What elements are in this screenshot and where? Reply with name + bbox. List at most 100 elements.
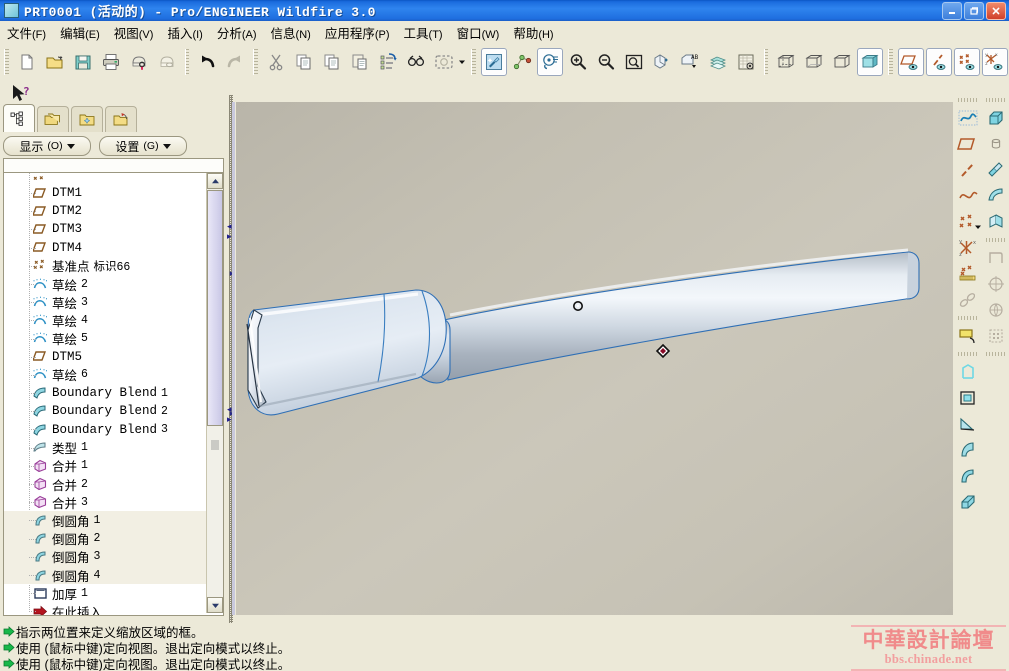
folder-favorites-tab[interactable]: [105, 106, 137, 132]
menu-edit[interactable]: 编辑(E): [53, 21, 107, 44]
regenerate-icon[interactable]: [375, 48, 401, 76]
tree-row[interactable]: 草绘 4: [4, 311, 206, 329]
spin-center-icon[interactable]: [536, 48, 563, 76]
wireframe-icon[interactable]: [773, 48, 799, 76]
tree-scroll-down-button[interactable]: [207, 597, 223, 613]
analysis-point-icon[interactable]: [955, 261, 981, 287]
toolbar-grip[interactable]: [4, 49, 9, 75]
round-tool-icon[interactable]: [955, 463, 981, 489]
print-icon[interactable]: [98, 48, 124, 76]
menu-view[interactable]: 视图(V): [107, 21, 161, 44]
show-menu-button[interactable]: 显示 (O): [3, 136, 91, 156]
rtb1-grip-3[interactable]: [958, 352, 978, 356]
toolbar-grip-3[interactable]: [253, 49, 258, 75]
tree-scrollbar[interactable]: [206, 173, 223, 613]
datum-plane-icon[interactable]: [955, 131, 981, 157]
menu-help[interactable]: 帮助(H): [506, 21, 560, 44]
rtb1-grip[interactable]: [958, 98, 978, 102]
draft-icon[interactable]: [983, 209, 1009, 235]
find-icon[interactable]: [403, 48, 429, 76]
menu-tools[interactable]: 工具(T): [397, 21, 450, 44]
copy-icon[interactable]: [291, 48, 317, 76]
toolbar-grip-6[interactable]: [888, 49, 893, 75]
datum-axis-display-icon[interactable]: [925, 48, 952, 76]
refit-icon[interactable]: [621, 48, 647, 76]
minimize-button[interactable]: [942, 2, 962, 20]
select-arrow-icon[interactable]: ?: [10, 84, 34, 104]
datum-plane-display-icon[interactable]: [897, 48, 924, 76]
hole-icon[interactable]: [983, 131, 1009, 157]
select-dropdown-caret-icon[interactable]: [458, 49, 467, 75]
mirror-icon[interactable]: [983, 323, 1009, 349]
tree-row[interactable]: 合并 3: [4, 493, 206, 511]
datum-csys-icon[interactable]: y x z: [955, 235, 981, 261]
paint-surface-icon[interactable]: [983, 157, 1009, 183]
undo-icon[interactable]: [194, 48, 220, 76]
tree-row[interactable]: 加厚 1: [4, 584, 206, 602]
tree-row[interactable]: DTM1: [4, 184, 206, 202]
tree-row[interactable]: 草绘 3: [4, 293, 206, 311]
model-tree[interactable]: DTM1 DTM2 DTM3 DTM4 基准点 标识66 草绘 2 草绘 3 草绘 4 草绘 5 DTM5 草…: [3, 172, 224, 616]
new-file-icon[interactable]: [14, 48, 40, 76]
rtb1-grip-2[interactable]: [958, 316, 978, 320]
graphics-window[interactable]: [236, 102, 953, 615]
tree-row[interactable]: Boundary Blend 3: [4, 420, 206, 438]
tree-scroll-up-button[interactable]: [207, 173, 223, 189]
tree-row[interactable]: 合并 2: [4, 475, 206, 493]
datum-point-display-icon[interactable]: [953, 48, 980, 76]
sketch-tool-icon[interactable]: [955, 323, 981, 349]
tree-row[interactable]: DTM4: [4, 239, 206, 257]
shell-icon[interactable]: [983, 183, 1009, 209]
tree-row-partial[interactable]: [4, 175, 206, 184]
tree-row[interactable]: 倒圆角 4: [4, 565, 206, 585]
close-button[interactable]: [986, 2, 1006, 20]
restore-button[interactable]: [964, 2, 984, 20]
mail-icon[interactable]: [154, 48, 180, 76]
view-manager-icon[interactable]: [649, 48, 675, 76]
extrude-icon[interactable]: [955, 359, 981, 385]
settings-menu-button[interactable]: 设置 (G): [99, 136, 187, 156]
no-hidden-icon[interactable]: [829, 48, 855, 76]
menu-file[interactable]: 文件(F): [0, 21, 53, 44]
paste-icon[interactable]: [347, 48, 373, 76]
tree-row[interactable]: Boundary Blend 2: [4, 402, 206, 420]
tree-row[interactable]: 类型 1: [4, 439, 206, 457]
open-folder-icon[interactable]: [42, 48, 68, 76]
tree-row[interactable]: 草绘 6: [4, 366, 206, 384]
pattern-icon[interactable]: [983, 271, 1009, 297]
menu-info[interactable]: 信息(N): [264, 21, 318, 44]
tree-row[interactable]: 在此插入: [4, 602, 206, 615]
annotation-icon[interactable]: AB: [677, 48, 703, 76]
menu-applications[interactable]: 应用程序(P): [318, 21, 397, 44]
tree-row[interactable]: DTM2: [4, 202, 206, 220]
copy-geom-icon[interactable]: [983, 297, 1009, 323]
sweep-icon[interactable]: [955, 411, 981, 437]
chamfer-tool-icon[interactable]: [955, 489, 981, 515]
tree-row[interactable]: 草绘 2: [4, 275, 206, 293]
variable-sweep-icon[interactable]: [955, 437, 981, 463]
render-icon[interactable]: [733, 48, 759, 76]
datum-offset-icon[interactable]: [955, 287, 981, 313]
sketch-curve-icon[interactable]: [955, 105, 981, 131]
save-icon[interactable]: [70, 48, 96, 76]
toolbar-grip-5[interactable]: [763, 49, 769, 75]
datum-axis-icon[interactable]: [955, 157, 981, 183]
rtb2-grip[interactable]: [986, 98, 1006, 102]
zoom-in-icon[interactable]: [565, 48, 591, 76]
redo-icon[interactable]: [222, 48, 248, 76]
menu-window[interactable]: 窗口(W): [450, 21, 507, 44]
datum-display-icon[interactable]: [509, 48, 535, 76]
print-preview-icon[interactable]: [126, 48, 152, 76]
menu-insert[interactable]: 插入(I): [160, 21, 209, 44]
toolbar-grip-4[interactable]: [471, 49, 476, 75]
layer-tree-tab[interactable]: [37, 106, 69, 132]
select-box-icon[interactable]: [431, 48, 457, 76]
shading-icon[interactable]: [857, 48, 884, 76]
tree-row[interactable]: DTM3: [4, 220, 206, 238]
toolbar-grip-2[interactable]: [184, 49, 190, 75]
rtb2-grip-2[interactable]: [986, 238, 1006, 242]
tree-row[interactable]: 合并 1: [4, 457, 206, 475]
tree-scroll-thumb[interactable]: [207, 190, 223, 426]
layers-icon[interactable]: [705, 48, 731, 76]
tree-row[interactable]: 基准点 标识66: [4, 257, 206, 275]
